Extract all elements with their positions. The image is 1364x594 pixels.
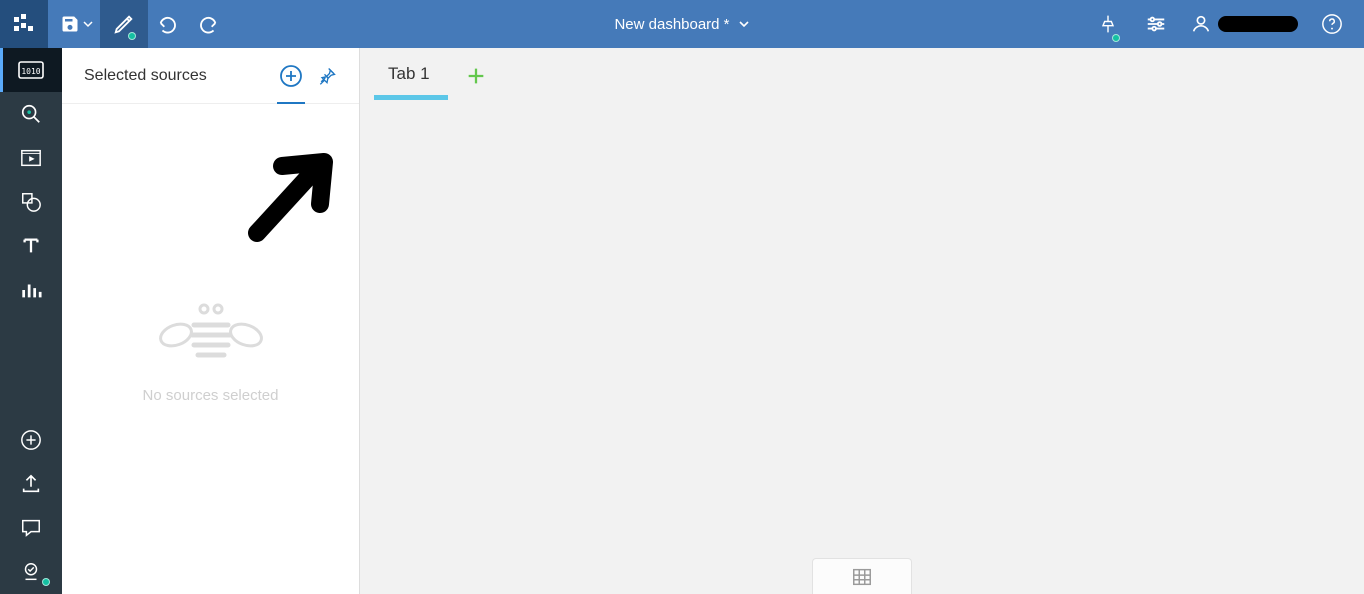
chevron-down-icon (738, 18, 750, 30)
sources-panel-header: Selected sources (62, 48, 359, 104)
text-icon (20, 235, 42, 257)
add-tab-button[interactable] (460, 60, 492, 92)
rail-sources[interactable]: 1010 (0, 48, 62, 92)
bar-chart-icon (20, 279, 42, 301)
rail-upload[interactable] (0, 462, 62, 506)
sources-empty-text: No sources selected (143, 387, 279, 404)
svg-text:1010: 1010 (21, 67, 40, 76)
dashboard-title-dropdown[interactable]: New dashboard * (614, 16, 749, 33)
chevron-down-icon (83, 19, 93, 29)
canvas-body[interactable] (360, 100, 1364, 594)
tab-1[interactable]: Tab 1 (374, 58, 444, 94)
drop-table-hint[interactable] (812, 558, 912, 594)
bee-placeholder-icon (156, 295, 266, 365)
pin-panel-button[interactable] (309, 58, 345, 94)
undo-button[interactable] (148, 0, 188, 48)
pushpin-icon (317, 66, 337, 86)
save-button[interactable] (48, 0, 100, 48)
pin-icon (1098, 14, 1118, 34)
play-frame-icon (20, 147, 42, 169)
tab-label: Tab 1 (388, 64, 430, 83)
sources-panel-title: Selected sources (84, 67, 207, 85)
undo-icon (157, 13, 179, 35)
help-button[interactable] (1308, 0, 1356, 48)
monitor-check-icon (20, 561, 42, 583)
pin-button[interactable] (1084, 0, 1132, 48)
user-menu[interactable] (1180, 13, 1308, 35)
rail-shapes[interactable] (0, 180, 62, 224)
tabstrip: Tab 1 (360, 48, 1364, 100)
shapes-icon (20, 191, 42, 213)
rail-chart[interactable] (0, 268, 62, 312)
content-area: 1010 (0, 48, 1364, 594)
rail-add[interactable] (0, 418, 62, 462)
plus-icon (465, 65, 487, 87)
plus-circle-icon (20, 429, 42, 451)
logo-icon (14, 14, 34, 34)
topbar-right (1084, 0, 1364, 48)
app-topbar: New dashboard * (0, 0, 1364, 48)
sliders-icon (1145, 13, 1167, 35)
redo-icon (197, 13, 219, 35)
search-icon (20, 103, 42, 125)
add-source-button[interactable] (273, 58, 309, 94)
rail-comment[interactable] (0, 506, 62, 550)
sources-panel-body: No sources selected (62, 104, 359, 594)
status-dot-icon (42, 578, 50, 586)
status-dot-icon (1112, 34, 1120, 42)
dashboard-title: New dashboard * (614, 16, 729, 33)
topbar-left (0, 0, 228, 48)
save-icon (60, 14, 80, 34)
rail-search[interactable] (0, 92, 62, 136)
sources-panel: Selected sources (62, 48, 360, 594)
help-icon (1321, 13, 1343, 35)
rail-status[interactable] (0, 550, 62, 594)
table-icon (851, 566, 873, 588)
user-name-redacted (1218, 16, 1298, 32)
comment-icon (20, 517, 42, 539)
status-dot-icon (128, 32, 136, 40)
rail-media[interactable] (0, 136, 62, 180)
redo-button[interactable] (188, 0, 228, 48)
plus-circle-icon (279, 64, 303, 88)
logo-button[interactable] (0, 0, 48, 48)
left-rail: 1010 (0, 48, 62, 594)
settings-button[interactable] (1132, 0, 1180, 48)
dashboard-canvas: Tab 1 (360, 48, 1364, 594)
rail-text[interactable] (0, 224, 62, 268)
user-icon (1190, 13, 1212, 35)
upload-icon (20, 473, 42, 495)
edit-button[interactable] (100, 0, 148, 48)
data-source-icon: 1010 (18, 61, 44, 79)
